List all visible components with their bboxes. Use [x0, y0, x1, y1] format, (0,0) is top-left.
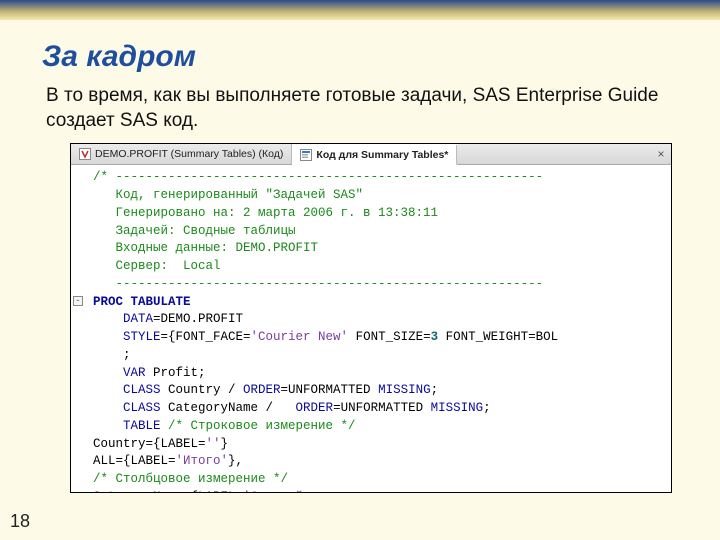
code-text: } [221, 437, 229, 451]
tab-close-button[interactable]: × [651, 144, 671, 164]
tab-bar-spacer [457, 144, 651, 164]
code-text: ORDER [243, 383, 281, 397]
code-text: TABLE [93, 419, 168, 433]
code-text: CategoryName={LABEL= [93, 490, 243, 493]
code-text: =UNFORMATTED [333, 401, 431, 415]
close-icon: × [657, 147, 664, 161]
code-text: CLASS [93, 383, 161, 397]
sas-file-icon [79, 148, 91, 160]
code-text: ----------------------------------------… [93, 277, 543, 291]
code-text: ALL={LABEL= [93, 454, 176, 468]
code-text: 'Итого' [176, 454, 229, 468]
code-text: MISSING [378, 383, 431, 397]
code-text: =UNFORMATTED [281, 383, 379, 397]
code-text: 3 [431, 330, 439, 344]
code-text: CategoryName / [161, 401, 296, 415]
code-text: Сервер: Local [93, 259, 221, 273]
code-text: }, [228, 454, 243, 468]
tab-summary-tables-code[interactable]: Код для Summary Tables* [292, 145, 457, 165]
code-text: ORDER [296, 401, 334, 415]
code-text: STYLE [93, 330, 161, 344]
code-text: '' [206, 437, 221, 451]
slide-top-accent [0, 0, 720, 20]
code-text: CLASS [93, 401, 161, 415]
code-text: PROC TABULATE [93, 295, 191, 309]
code-editor[interactable]: /* -------------------------------------… [71, 165, 671, 492]
code-file-icon [300, 149, 312, 161]
code-text: 'Courier New' [251, 330, 349, 344]
code-text: ={FONT_FACE= [161, 330, 251, 344]
tab-label: Код для Summary Tables* [316, 149, 448, 161]
code-text: /* Столбцовое измерение */ [93, 472, 288, 486]
code-text: /* Строковое измерение */ [168, 419, 356, 433]
code-text: VAR [93, 366, 146, 380]
code-text: DATA [93, 312, 153, 326]
fold-toggle-icon[interactable]: - [73, 296, 83, 306]
code-text: FONT_WEIGHT=BOL [438, 330, 558, 344]
code-text: Country={LABEL= [93, 437, 206, 451]
tab-label: DEMO.PROFIT (Summary Tables) (Код) [95, 148, 283, 160]
code-text: Profit; [146, 366, 206, 380]
code-text: ; [431, 383, 439, 397]
code-text: MISSING [431, 401, 484, 415]
code-window: DEMO.PROFIT (Summary Tables) (Код) Код д… [70, 143, 672, 493]
code-text: Код, генерированный "Задачей SAS" [93, 188, 363, 202]
code-text: 'Средний доход по странам и категориям п… [243, 490, 558, 493]
slide-title: За кадром [42, 40, 696, 74]
code-text: FONT_SIZE= [348, 330, 431, 344]
code-text: Задачей: Сводные таблицы [93, 224, 296, 238]
page-number: 18 [10, 511, 30, 532]
slide-body-text: В то время, как вы выполняете готовые за… [46, 84, 696, 133]
code-text: Входные данные: DEMO.PROFIT [93, 241, 318, 255]
code-text: Генерировано на: 2 марта 2006 г. в 13:38… [93, 206, 438, 220]
code-text: Country / [161, 383, 244, 397]
code-text: /* -------------------------------------… [93, 170, 543, 184]
tab-generated-code[interactable]: DEMO.PROFIT (Summary Tables) (Код) [71, 144, 292, 164]
code-text: ; [483, 401, 491, 415]
code-text: =DEMO.PROFIT [153, 312, 243, 326]
tab-bar: DEMO.PROFIT (Summary Tables) (Код) Код д… [71, 144, 671, 165]
code-text: ; [93, 348, 131, 362]
